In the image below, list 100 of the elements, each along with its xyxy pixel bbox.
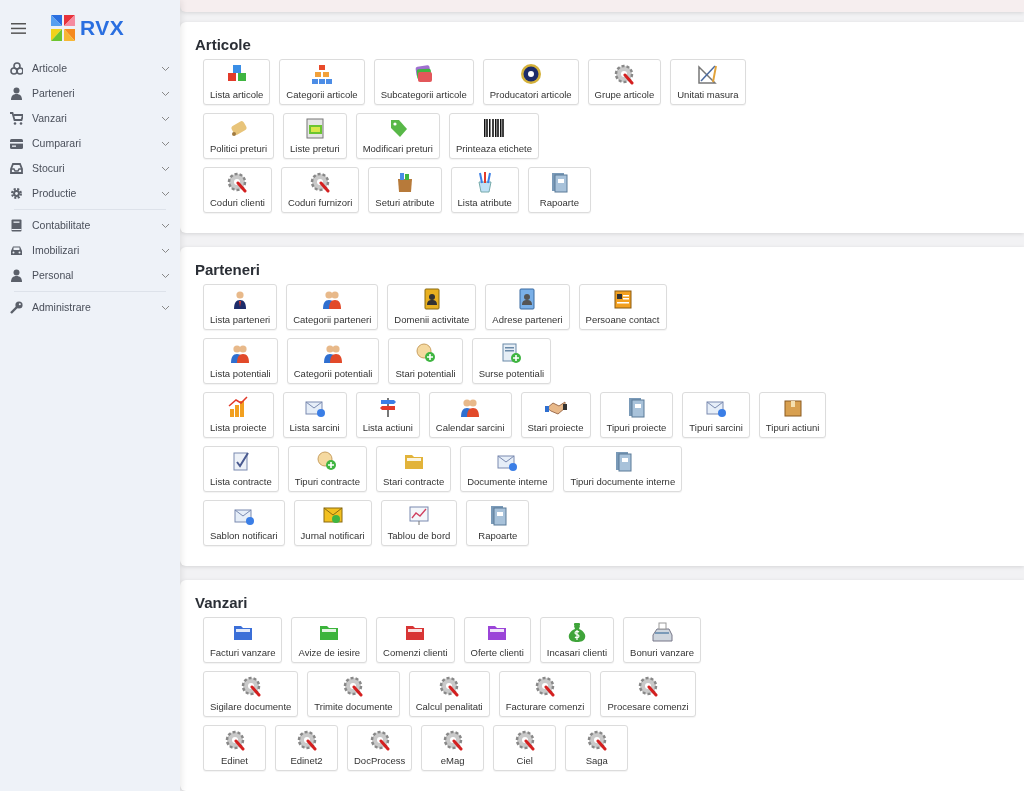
user-icon: [10, 269, 23, 282]
people-icon: [321, 288, 344, 310]
menu-tile[interactable]: Categorii parteneri: [286, 284, 379, 330]
menu-tile[interactable]: Tipuri documente interne: [563, 446, 683, 492]
sidebar-item[interactable]: Personal: [0, 263, 180, 288]
gear-icon: [513, 729, 536, 751]
gear-icon: [368, 729, 391, 751]
menu-tile[interactable]: Bonuri vanzare: [623, 617, 701, 663]
gear-icon: [226, 171, 249, 193]
chevron-down-icon: [161, 90, 170, 97]
gear-icon: [438, 675, 461, 697]
chevron-down-icon: [161, 304, 170, 311]
ruler-icon: [696, 63, 719, 85]
menu-tile[interactable]: Calendar sarcini: [428, 392, 512, 438]
menu-tile[interactable]: Ciel: [493, 725, 557, 771]
menu-tile[interactable]: Tipuri actiuni: [758, 392, 827, 438]
sidebar-item[interactable]: Imobilizari: [0, 238, 180, 263]
menu-tile[interactable]: Liste preturi: [283, 113, 347, 159]
sidebar-item[interactable]: Administrare: [0, 295, 180, 320]
sidebar-item[interactable]: Productie: [0, 181, 180, 206]
menu-tile[interactable]: Tipuri proiecte: [599, 392, 674, 438]
menu-tile[interactable]: Facturi vanzare: [203, 617, 283, 663]
contact-card-icon: [611, 288, 634, 310]
menu-tile[interactable]: Rapoarte: [527, 167, 591, 213]
notepad-icon: [303, 117, 326, 139]
menu-tile[interactable]: Grupe articole: [587, 59, 662, 105]
menu-tile[interactable]: Lista actiuni: [355, 392, 420, 438]
envelope-icon: [321, 504, 344, 526]
book-icon: [10, 219, 23, 232]
people-icon: [229, 342, 252, 364]
menu-tile[interactable]: Edinet: [203, 725, 266, 771]
logo-text: RVX: [80, 15, 125, 42]
chevron-down-icon: [161, 247, 170, 254]
sidebar-item[interactable]: Cumparari: [0, 131, 180, 156]
menu-tile[interactable]: Jurnal notificari: [293, 500, 372, 546]
menu-tile[interactable]: Sablon notificari: [203, 500, 285, 546]
menu-icon[interactable]: [11, 22, 26, 34]
menu-tile[interactable]: Lista sarcini: [282, 392, 347, 438]
menu-tile[interactable]: Lista proiecte: [203, 392, 274, 438]
menu-tile[interactable]: Surse potentiali: [471, 338, 552, 384]
menu-tile[interactable]: Documente interne: [460, 446, 555, 492]
menu-tile[interactable]: Persoane contact: [578, 284, 667, 330]
sidebar-item[interactable]: Stocuri: [0, 156, 180, 181]
menu-tile[interactable]: Sigilare documente: [203, 671, 299, 717]
menu-tile[interactable]: Incasari clienti: [539, 617, 615, 663]
menu-tile[interactable]: Lista contracte: [203, 446, 279, 492]
menu-tile[interactable]: Lista articole: [203, 59, 271, 105]
settings-icon: [10, 187, 23, 200]
menu-tile[interactable]: Rapoarte: [466, 500, 530, 546]
menu-tile[interactable]: Tablou de bord: [380, 500, 458, 546]
menu-tile[interactable]: Stari potentiali: [388, 338, 463, 384]
chevron-down-icon: [161, 65, 170, 72]
cart-icon: [10, 112, 23, 125]
hierarchy-icon: [311, 63, 333, 85]
menu-tile[interactable]: Stari proiecte: [520, 392, 591, 438]
chevron-down-icon: [161, 115, 170, 122]
user-icon: [10, 87, 23, 100]
menu-tile[interactable]: Lista parteneri: [203, 284, 278, 330]
menu-tile[interactable]: Categorii potentiali: [286, 338, 380, 384]
menu-tile[interactable]: Lista potentiali: [203, 338, 278, 384]
menu-tile[interactable]: Tipuri contracte: [287, 446, 367, 492]
sidebar-item[interactable]: Articole: [0, 56, 180, 81]
gear-icon: [637, 675, 660, 697]
menu-tile[interactable]: Domenii activitate: [387, 284, 477, 330]
menu-tile[interactable]: Edinet2: [275, 725, 338, 771]
menu-tile[interactable]: Adrese parteneri: [485, 284, 570, 330]
gear-icon: [613, 63, 636, 85]
menu-tile[interactable]: Stari contracte: [375, 446, 452, 492]
section-title: Parteneri: [195, 261, 262, 279]
menu-tile[interactable]: Avize de iesire: [291, 617, 368, 663]
card-icon: [10, 137, 23, 150]
line-chart-icon: [407, 504, 430, 526]
menu-tile[interactable]: Subcategorii articole: [373, 59, 474, 105]
menu-tile[interactable]: Unitati masura: [670, 59, 746, 105]
menu-tile[interactable]: Tipuri sarcini: [682, 392, 750, 438]
gear-icon: [223, 729, 246, 751]
menu-tile[interactable]: Printeaza etichete: [448, 113, 539, 159]
menu-tile[interactable]: Seturi atribute: [368, 167, 442, 213]
sidebar-item[interactable]: Parteneri: [0, 81, 180, 106]
menu-tile[interactable]: Procesare comenzi: [600, 671, 696, 717]
menu-tile[interactable]: Oferte clienti: [463, 617, 531, 663]
menu-tile[interactable]: Modificari preturi: [355, 113, 440, 159]
menu-tile[interactable]: Producatori articole: [482, 59, 579, 105]
sidebar-item[interactable]: Contabilitate: [0, 213, 180, 238]
sidebar-item[interactable]: Vanzari: [0, 106, 180, 131]
menu-tile[interactable]: Coduri clienti: [203, 167, 272, 213]
menu-tile[interactable]: Facturare comenzi: [498, 671, 592, 717]
cash-register-icon: [651, 621, 673, 643]
menu-tile[interactable]: Coduri furnizori: [280, 167, 360, 213]
menu-tile[interactable]: eMag: [421, 725, 485, 771]
menu-tile[interactable]: Trimite documente: [307, 671, 400, 717]
menu-tile[interactable]: Categorii articole: [279, 59, 365, 105]
menu-tile[interactable]: Comenzi clienti: [376, 617, 455, 663]
menu-tile[interactable]: Lista atribute: [450, 167, 519, 213]
menu-tile[interactable]: DocProcess: [347, 725, 413, 771]
chevron-down-icon: [161, 140, 170, 147]
menu-tile[interactable]: Saga: [565, 725, 629, 771]
gear-icon: [342, 675, 365, 697]
menu-tile[interactable]: Calcul penalitati: [408, 671, 490, 717]
menu-tile[interactable]: Politici preturi: [203, 113, 275, 159]
